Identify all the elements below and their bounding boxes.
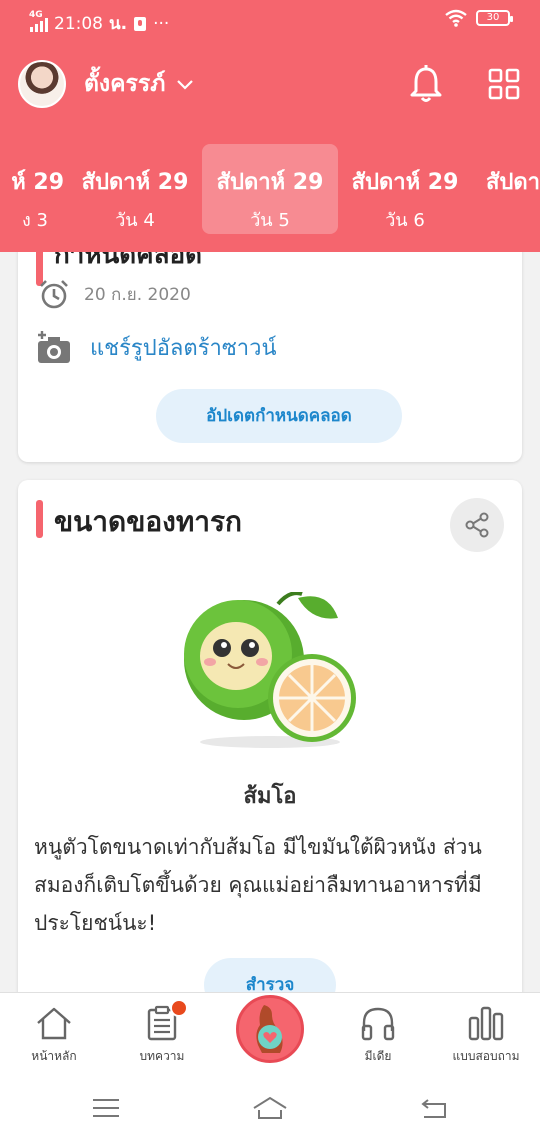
baby-size-title: ขนาดของทารก [54, 505, 242, 538]
battery-icon: 30 [476, 10, 513, 26]
back-icon[interactable] [420, 1096, 448, 1120]
notification-badge [170, 999, 188, 1017]
week-day-tab[interactable]: สัปดา [472, 144, 540, 234]
week-day-label: วัน 4 [115, 210, 155, 231]
network-type: 4G [29, 9, 43, 20]
nav-articles[interactable]: บทความ [112, 999, 212, 1066]
share-ultrasound-label[interactable]: แชร์รูปอัลตร้าซาวน์ [90, 330, 277, 365]
status-text: น. [109, 14, 128, 34]
menu-icon[interactable] [92, 1096, 120, 1120]
system-navigation-bar [0, 1078, 540, 1140]
nav-poll[interactable]: แบบสอบถาม [436, 1005, 536, 1066]
nav-media-label: มีเดีย [364, 1049, 392, 1063]
pregnancy-icon [256, 1005, 283, 1053]
fruit-name: ส้มโอ [243, 784, 297, 809]
week-day-label: วัน 6 [385, 210, 425, 231]
week-day-tab[interactable]: ห์ 29 ง 3 [0, 144, 68, 234]
nav-home[interactable]: หน้าหลัก [4, 1005, 104, 1066]
bell-icon[interactable] [408, 64, 444, 104]
week-day-tab[interactable]: สัปดาห์ 29 วัน 4 [67, 144, 203, 234]
week-title: สัปดาห์ 29 [81, 170, 189, 195]
update-due-date-button[interactable]: อัปเดตกำหนดคลอด [156, 389, 402, 443]
week-day-selector[interactable]: ห์ 29 ง 3 สัปดาห์ 29 วัน 4 สัปดาห์ 29 วั… [0, 144, 540, 234]
status-bar: 4G 21:08 น. ··· 30 [0, 0, 540, 40]
week-day-label: วัน 5 [250, 210, 290, 231]
baby-size-description: หนูตัวโตขนาดเท่ากับส้มโอ มีไขมันใต้ผิวหน… [34, 835, 482, 935]
profile-name[interactable]: ตั้งครรภ์ [84, 66, 165, 102]
bottom-navigation: หน้าหลัก บทความ มีเดีย แบบสอบถาม [0, 992, 540, 1078]
mic-icon [134, 16, 147, 31]
more-dots: ··· [153, 13, 170, 34]
wifi-icon [445, 9, 467, 27]
week-title: สัปดาห์ 29 [351, 170, 459, 195]
nav-pregnancy-center-button[interactable] [236, 995, 304, 1063]
nav-home-label: หน้าหลัก [31, 1049, 77, 1063]
home-icon [37, 1007, 71, 1040]
due-date-row: 20 ก.ย. 2020 [38, 278, 191, 310]
baby-size-card: ขนาดของทารก ส้มโอ หนูตัวโตขนาดเท่ากับส้ม… [18, 480, 522, 1040]
headphones-icon [361, 1007, 395, 1041]
share-ultrasound-link[interactable]: แชร์รูปอัลตร้าซาวน์ [36, 330, 277, 365]
chevron-down-icon[interactable] [175, 74, 195, 94]
status-time: 21:08 [54, 13, 103, 34]
add-photo-icon [38, 330, 70, 363]
share-icon [465, 512, 489, 538]
app-header: 4G 21:08 น. ··· 30 ตั้งครรภ์ ห์ 29 ง 3 ส… [0, 0, 540, 252]
avatar[interactable] [18, 60, 66, 108]
week-day-label: ง 3 [22, 210, 48, 231]
status-left: 4G 21:08 น. ··· [29, 10, 170, 37]
week-title: สัปดาห์ 29 [216, 170, 324, 195]
week-title: สัปดา [486, 170, 540, 195]
poll-icon [468, 1006, 504, 1041]
share-button[interactable] [450, 498, 504, 552]
profile-switcher[interactable]: ตั้งครรภ์ [18, 60, 195, 108]
week-title: ห์ 29 [11, 170, 64, 195]
pomelo-illustration [184, 592, 356, 748]
alarm-clock-icon [40, 280, 68, 309]
grid-menu-icon[interactable] [488, 68, 520, 100]
home-system-icon[interactable] [252, 1096, 288, 1120]
due-date-card: กำหนดคลอด 20 ก.ย. 2020 แชร์รูปอัลตร้าซาว… [18, 220, 522, 462]
status-right: 30 [444, 9, 513, 27]
nav-articles-label: บทความ [139, 1049, 185, 1063]
week-day-tab-active[interactable]: สัปดาห์ 29 วัน 5 [202, 144, 338, 234]
nav-media[interactable]: มีเดีย [328, 1005, 428, 1066]
signal-icon: 4G [29, 10, 48, 32]
nav-poll-label: แบบสอบถาม [452, 1049, 520, 1063]
week-day-tab[interactable]: สัปดาห์ 29 วัน 6 [337, 144, 473, 234]
card-accent-bar [36, 500, 43, 538]
due-date-value: 20 ก.ย. 2020 [84, 284, 191, 305]
